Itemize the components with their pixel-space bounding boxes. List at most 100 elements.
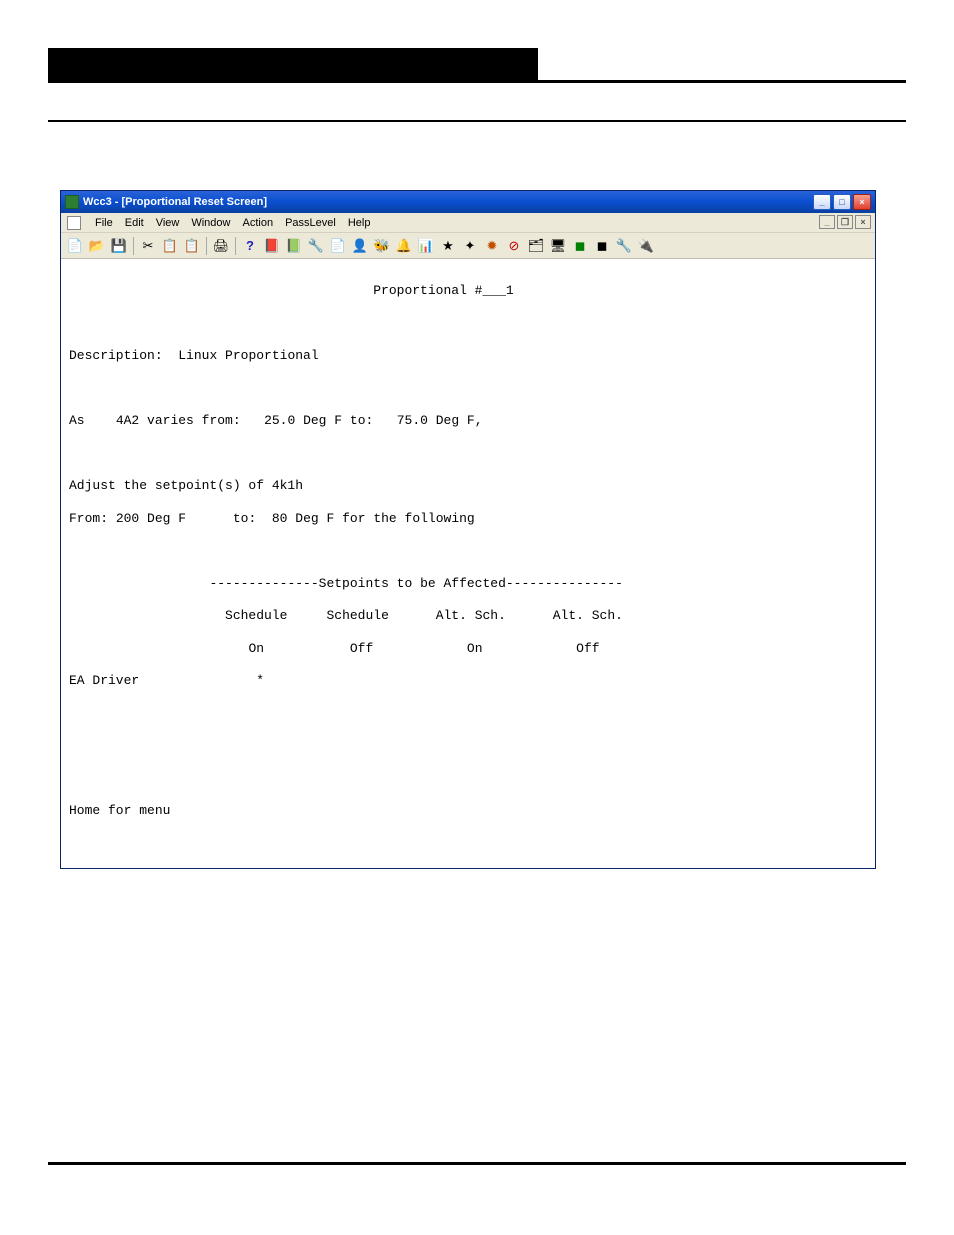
toolbar-icon[interactable]: 📊: [416, 236, 436, 256]
menu-action[interactable]: Action: [242, 217, 273, 229]
to-label: to:: [350, 413, 373, 428]
for-following-label: for the following: [342, 511, 475, 526]
table-row: EA Driver *: [61, 673, 875, 689]
document-icon: [67, 216, 81, 230]
home-hint: Home for menu: [69, 803, 170, 818]
adjust-line: Adjust the setpoint(s) of 4k1h: [61, 478, 875, 494]
blank-line: [61, 738, 875, 754]
header-block: [48, 48, 538, 80]
proportional-label: Proportional #___: [373, 283, 506, 298]
toolbar-icon[interactable]: 🔧: [614, 236, 634, 256]
mdi-close[interactable]: ×: [855, 215, 871, 229]
toolbar-icon[interactable]: 🐝: [372, 236, 392, 256]
window-title: Wcc3 - [Proportional Reset Screen]: [83, 196, 813, 208]
col-off-1: Off: [350, 641, 373, 656]
header-row-2: On Off On Off: [61, 641, 875, 657]
menu-window[interactable]: Window: [191, 217, 230, 229]
col-on-2: On: [467, 641, 483, 656]
prohibit-icon[interactable]: ⊘: [504, 236, 524, 256]
description-label: Description:: [69, 348, 163, 363]
titlebar: Wcc3 - [Proportional Reset Screen] _ □ ×: [61, 191, 875, 213]
toolbar-icon[interactable]: 🗂: [526, 236, 546, 256]
as-label: As: [69, 413, 85, 428]
minimize-button[interactable]: _: [813, 194, 831, 210]
top-rule: [48, 80, 906, 83]
menubar: File Edit View Window Action PassLevel H…: [61, 213, 875, 233]
content-area: Proportional #___1 Description: Linux Pr…: [61, 259, 875, 868]
blank-line: [61, 381, 875, 397]
title-line: Proportional #___1: [61, 283, 875, 299]
from2-value: 200 Deg F: [116, 511, 186, 526]
mdi-buttons: _ ❐ ×: [819, 215, 871, 229]
cut-icon[interactable]: ✂: [138, 236, 158, 256]
book1-icon[interactable]: 📕: [262, 236, 282, 256]
to2-value: 80 Deg F: [272, 511, 334, 526]
toolbar-icon[interactable]: 🔔: [394, 236, 414, 256]
separator: [235, 237, 236, 255]
mdi-minimize[interactable]: _: [819, 215, 835, 229]
setpoints-divider: --------------Setpoints to be Affected--…: [209, 576, 622, 591]
brightness-icon[interactable]: ✹: [482, 236, 502, 256]
col-schedule-1: Schedule: [225, 608, 287, 623]
to2-label: to:: [233, 511, 256, 526]
menu-view[interactable]: View: [156, 217, 180, 229]
toolbar-icon[interactable]: 🔧: [306, 236, 326, 256]
col-altsch-1: Alt. Sch.: [436, 608, 506, 623]
separator: [206, 237, 207, 255]
from2-label: From:: [69, 511, 108, 526]
blank-line: [61, 446, 875, 462]
to-value: 75.0 Deg F,: [397, 413, 483, 428]
toolbar: 📄 📂 💾 ✂ 📋 📋 🖨 ? 📕 📗 🔧 📄 👤 🐝 🔔 📊 ★ ✦ ✹ ⊘ …: [61, 233, 875, 259]
toolbar-icon[interactable]: 👤: [350, 236, 370, 256]
star-icon[interactable]: ★: [438, 236, 458, 256]
footer-rule: [48, 1162, 906, 1165]
save-icon[interactable]: 💾: [109, 236, 129, 256]
divider-line: --------------Setpoints to be Affected--…: [61, 576, 875, 592]
col-altsch-2: Alt. Sch.: [553, 608, 623, 623]
menu-edit[interactable]: Edit: [125, 217, 144, 229]
as-point: 4A2: [116, 413, 139, 428]
help-icon[interactable]: ?: [240, 236, 260, 256]
app-icon: [65, 195, 79, 209]
book2-icon[interactable]: 📗: [284, 236, 304, 256]
col-off-2: Off: [576, 641, 599, 656]
row-label: EA Driver: [69, 673, 139, 688]
col-schedule-2: Schedule: [326, 608, 388, 623]
toolbar-icon[interactable]: 📄: [328, 236, 348, 256]
description-value: Linux Proportional: [178, 348, 318, 363]
menu-passlevel[interactable]: PassLevel: [285, 217, 336, 229]
row-mark: *: [256, 673, 264, 688]
menu-help[interactable]: Help: [348, 217, 371, 229]
proportional-number: 1: [506, 283, 514, 298]
toolbar-icon[interactable]: 🖥: [548, 236, 568, 256]
varies-label: varies from:: [147, 413, 241, 428]
open-icon[interactable]: 📂: [87, 236, 107, 256]
toolbar-icon[interactable]: ◼: [570, 236, 590, 256]
maximize-button[interactable]: □: [833, 194, 851, 210]
toolbar-icon[interactable]: ◼: [592, 236, 612, 256]
app-window: Wcc3 - [Proportional Reset Screen] _ □ ×…: [60, 190, 876, 869]
blank-line: [61, 771, 875, 787]
sparkle-icon[interactable]: ✦: [460, 236, 480, 256]
paste-icon[interactable]: 📋: [182, 236, 202, 256]
blank-line: [61, 316, 875, 332]
mdi-restore[interactable]: ❐: [837, 215, 853, 229]
copy-icon[interactable]: 📋: [160, 236, 180, 256]
footer-hint: Home for menu: [61, 803, 875, 819]
from-to-line: From: 200 Deg F to: 80 Deg F for the fol…: [61, 511, 875, 527]
blank-line: [61, 706, 875, 722]
toolbar-icon[interactable]: 🔌: [636, 236, 656, 256]
menu-file[interactable]: File: [95, 217, 113, 229]
blank-line: [61, 543, 875, 559]
titlebar-buttons: _ □ ×: [813, 194, 871, 210]
varies-line: As 4A2 varies from: 25.0 Deg F to: 75.0 …: [61, 413, 875, 429]
separator: [133, 237, 134, 255]
close-button[interactable]: ×: [853, 194, 871, 210]
description-line: Description: Linux Proportional: [61, 348, 875, 364]
header-row-1: Schedule Schedule Alt. Sch. Alt. Sch.: [61, 608, 875, 624]
mid-rule: [48, 120, 906, 122]
new-icon[interactable]: 📄: [65, 236, 85, 256]
from-value: 25.0 Deg F: [264, 413, 342, 428]
col-on-1: On: [248, 641, 264, 656]
print-icon[interactable]: 🖨: [211, 236, 231, 256]
